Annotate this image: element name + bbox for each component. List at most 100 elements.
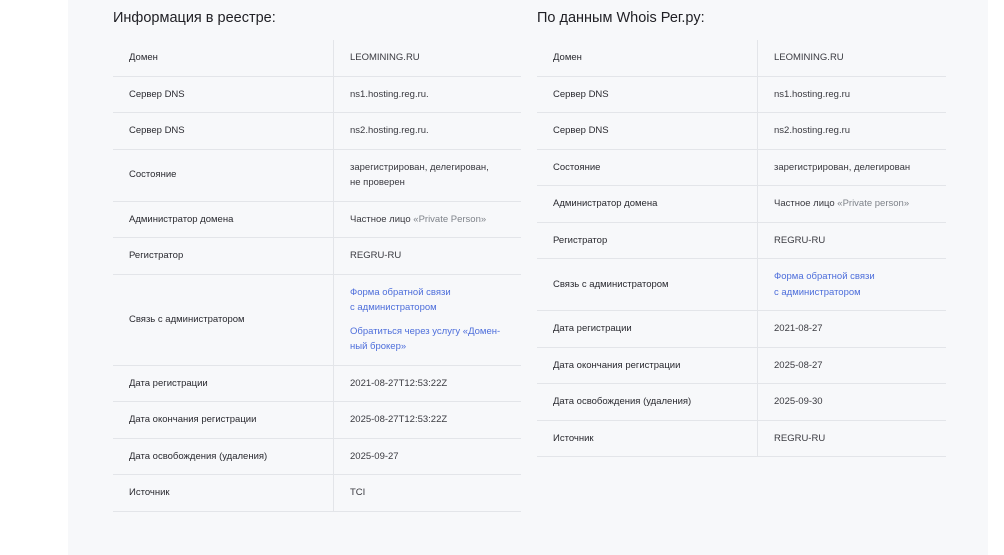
value-text: 2025-09-30	[774, 396, 823, 407]
field-value: ns2.hosting.reg.ru.	[333, 112, 521, 150]
field-label: Сервер DNS	[537, 76, 758, 113]
field-label: Сервер DNS	[537, 112, 758, 150]
info-row: Сервер DNS ns2.hosting.reg.ru.	[113, 112, 521, 150]
link-text: ный брокер»	[350, 341, 407, 352]
field-value: 2025-08-27	[757, 347, 946, 384]
field-label: Домен	[113, 40, 334, 77]
field-label: Связь с администратором	[537, 258, 758, 311]
field-label: Связь с администратором	[113, 274, 334, 366]
contact-admin-link[interactable]: Форма обратной связи с администратором	[350, 285, 503, 316]
registry-info-section: Информация в реестре: Домен LEOMINING.RU С…	[113, 0, 521, 512]
value-text: 2021-08-27T12:53:22Z	[350, 377, 448, 389]
info-row: Домен LEOMINING.RU	[113, 40, 521, 77]
contact-admin-link[interactable]: Форма обратной связи с администратором	[774, 269, 928, 300]
field-label: Регистратор	[537, 222, 758, 259]
field-value: LEOMINING.RU	[333, 40, 521, 77]
field-label: Дата регистрации	[537, 310, 758, 348]
field-value: Частное лицо «Private Person»	[333, 201, 521, 238]
field-label: Домен	[537, 40, 758, 77]
whois-info-table: Домен LEOMINING.RU Сервер DNS ns1.hosting.r…	[537, 40, 946, 457]
info-row: Источник REGRU-RU	[537, 420, 946, 457]
field-value: 2021-08-27T12:53:22Z	[333, 365, 521, 402]
info-row: Регистратор REGRU-RU	[537, 222, 946, 259]
field-label: Дата окончания регистрации	[113, 401, 334, 439]
value-text: ns1.hosting.reg.ru.	[350, 88, 429, 100]
field-label: Состояние	[113, 149, 334, 202]
info-row: Дата регистрации 2021-08-27T12:53:22Z	[113, 365, 521, 402]
value-text: 2025-08-27T12:53:22Z	[350, 414, 448, 425]
value-text: Частное лицо	[350, 213, 414, 225]
link-text: Форма обратной связи	[350, 286, 451, 298]
field-label: Источник	[537, 420, 758, 457]
value-quoted: «Private person»	[837, 198, 910, 209]
value-line: не проверен	[350, 177, 405, 188]
info-row: Связь с администратором Форма обратной св…	[537, 258, 946, 311]
field-label: Сервер DNS	[113, 76, 334, 113]
value-text: REGRU-RU	[350, 250, 402, 261]
field-value: зарегистрирован, делегирован, не проверен	[333, 149, 521, 202]
field-value: REGRU-RU	[757, 420, 946, 457]
info-row: Домен LEOMINING.RU	[537, 40, 946, 77]
value-text: LEOMINING.RU	[774, 52, 844, 63]
field-value: зарегистрирован, делегирован	[757, 149, 946, 186]
info-row: Дата освобождения (удаления) 2025-09-30	[537, 383, 946, 421]
value-text: Частное лицо	[774, 198, 838, 209]
value-text: TCI	[350, 487, 366, 498]
field-label: Сервер DNS	[113, 112, 334, 150]
value-text: ns2.hosting.reg.ru.	[350, 125, 429, 136]
field-label: Администратор домена	[113, 201, 334, 238]
field-label: Регистратор	[113, 237, 334, 275]
info-row: Сервер DNS ns1.hosting.reg.ru.	[113, 76, 521, 113]
info-row: Источник TCI	[113, 474, 521, 512]
info-row: Сервер DNS ns1.hosting.reg.ru	[537, 76, 946, 113]
value-text: REGRU-RU	[774, 234, 826, 246]
info-row: Администратор домена Частное лицо «Privat…	[537, 185, 946, 223]
info-row: Администратор домена Частное лицо «Privat…	[113, 201, 521, 238]
value-text: 2021-08-27	[774, 323, 823, 334]
info-row: Состояние зарегистрирован, делегирован, не…	[113, 149, 521, 202]
info-row: Состояние зарегистрирован, делегирован	[537, 149, 946, 186]
field-value: ns2.hosting.reg.ru	[757, 112, 946, 150]
field-label: Администратор домена	[537, 185, 758, 223]
value-quoted: «Private Person»	[413, 213, 487, 225]
value-text: 2025-09-27	[350, 450, 399, 462]
field-value: 2021-08-27	[757, 310, 946, 348]
field-value: LEOMINING.RU	[757, 40, 946, 77]
field-value: REGRU-RU	[333, 237, 521, 275]
field-label: Источник	[113, 474, 334, 512]
value-text: ns2.hosting.reg.ru	[774, 125, 851, 136]
info-row: Регистратор REGRU-RU	[113, 237, 521, 275]
registry-info-title: Информация в реестре:	[113, 10, 276, 26]
field-value: Форма обратной связи с администратором	[757, 258, 946, 311]
info-row: Сервер DNS ns2.hosting.reg.ru	[537, 112, 946, 150]
contact-admin-link[interactable]: Обратиться через услугу «Домен-ный броке…	[350, 324, 503, 355]
whois-info-title: По данным Whois Рег.ру:	[537, 10, 705, 26]
field-label: Состояние	[537, 149, 758, 186]
field-value: 2025-09-27	[333, 438, 521, 475]
value-text: LEOMINING.RU	[350, 52, 420, 63]
field-label: Дата освобождения (удаления)	[113, 438, 334, 475]
value-text: зарегистрирован, делегирован	[774, 161, 911, 173]
info-row: Связь с администратором Форма обратной св…	[113, 274, 521, 366]
field-value: Частное лицо «Private person»	[757, 185, 946, 223]
field-value: TCI	[333, 474, 521, 512]
info-row: Дата освобождения (удаления) 2025-09-27	[113, 438, 521, 475]
field-value: 2025-08-27T12:53:22Z	[333, 401, 521, 439]
field-label: Дата освобождения (удаления)	[537, 383, 758, 421]
field-value: 2025-09-30	[757, 383, 946, 421]
value-text: ns1.hosting.reg.ru	[774, 88, 851, 100]
link-text: Форма обратной связи	[774, 271, 875, 282]
link-text: с администратором	[774, 286, 861, 298]
value-line: зарегистрирован, делегирован,	[350, 161, 489, 173]
field-label: Дата регистрации	[113, 365, 334, 402]
info-row: Дата окончания регистрации 2025-08-27	[537, 347, 946, 384]
field-value: REGRU-RU	[757, 222, 946, 259]
value-text: 2025-08-27	[774, 359, 823, 371]
field-label: Дата окончания регистрации	[537, 347, 758, 384]
field-value: ns1.hosting.reg.ru	[757, 76, 946, 113]
link-text: с администратором	[350, 302, 437, 313]
value-text: REGRU-RU	[774, 432, 826, 444]
info-row: Дата регистрации 2021-08-27	[537, 310, 946, 348]
field-value: Форма обратной связи с администратором Обр…	[333, 274, 521, 366]
registry-info-table: Домен LEOMINING.RU Сервер DNS ns1.hosting.r…	[113, 40, 521, 512]
